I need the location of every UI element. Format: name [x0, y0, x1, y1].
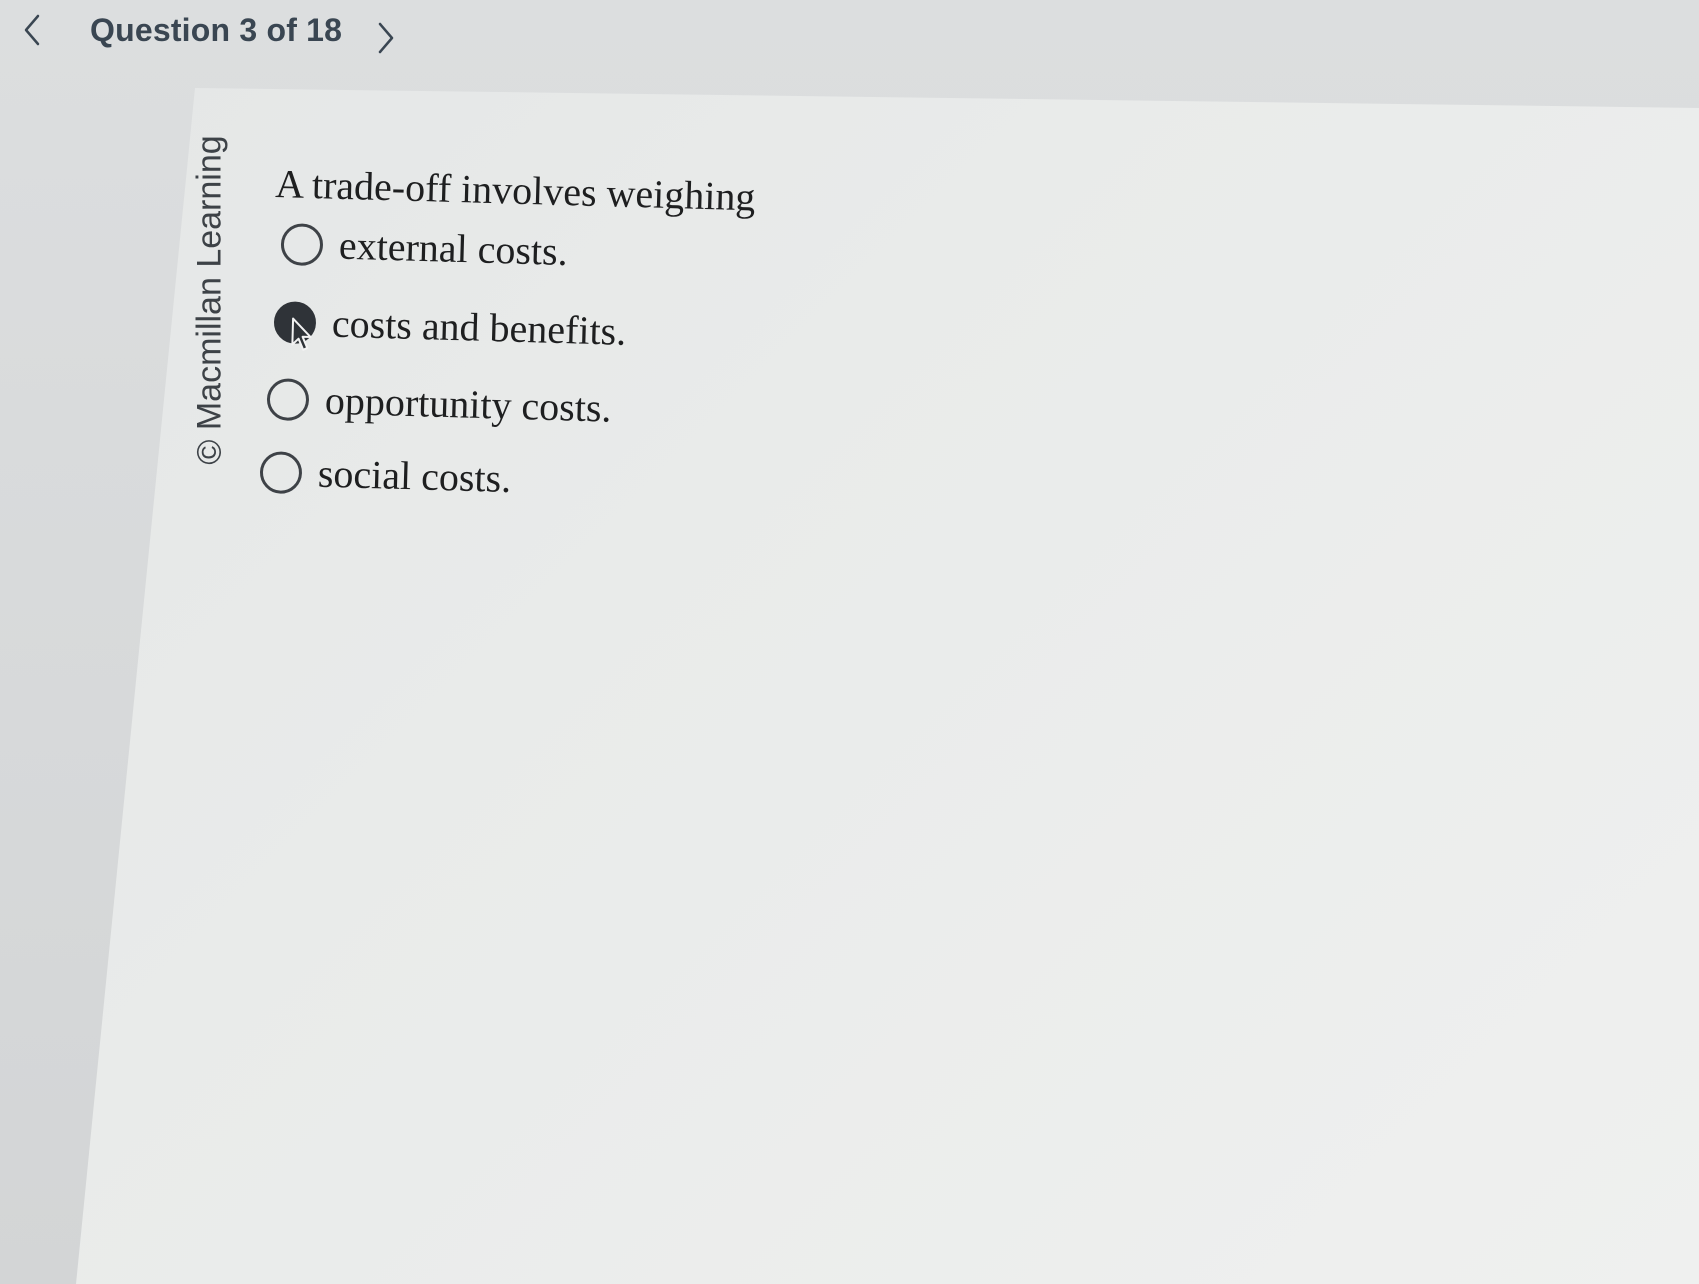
radio-button[interactable] [259, 450, 303, 494]
radio-button[interactable] [280, 222, 324, 266]
previous-question-button[interactable] [18, 10, 46, 50]
answer-option-label: external costs. [338, 222, 569, 274]
screen: Question 3 of 18 © Macmillan Learning A … [0, 0, 1699, 1284]
copyright-watermark: © Macmillan Learning [190, 135, 229, 465]
answer-option-label: costs and benefits. [331, 300, 627, 354]
answer-option-4[interactable]: social costs. [259, 448, 512, 502]
question-card [76, 88, 1699, 1284]
radio-button-selected[interactable] [273, 300, 317, 351]
next-question-button[interactable] [372, 18, 400, 58]
answer-option-label: social costs. [317, 450, 512, 502]
mouse-pointer-icon [291, 317, 312, 351]
chevron-left-icon [24, 14, 40, 46]
answer-option-1[interactable]: external costs. [280, 220, 568, 275]
radio-button[interactable] [266, 377, 310, 421]
answer-option-2[interactable]: costs and benefits. [273, 298, 627, 355]
answer-option-label: opportunity costs. [324, 377, 613, 431]
question-nav-bar: Question 3 of 18 [0, 0, 1699, 80]
question-counter: Question 3 of 18 [90, 12, 343, 48]
answer-option-3[interactable]: opportunity costs. [266, 375, 612, 432]
chevron-right-icon [378, 22, 394, 54]
